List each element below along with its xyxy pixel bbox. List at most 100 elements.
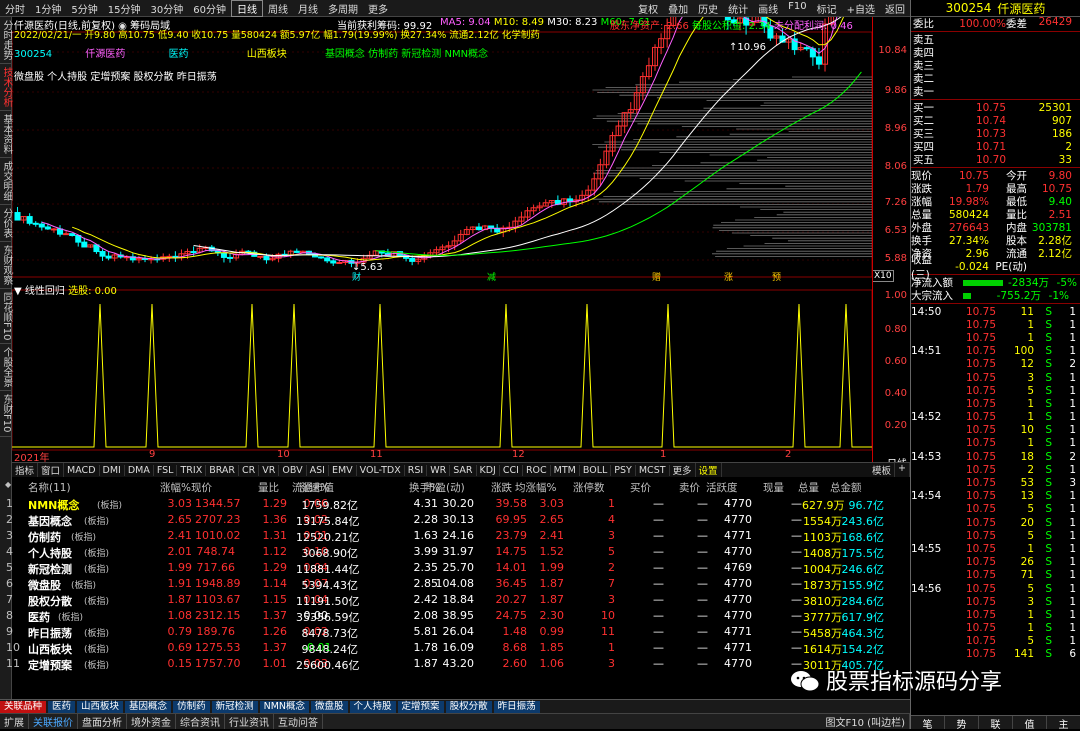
col-header[interactable]: 市盈(动) bbox=[425, 480, 465, 495]
left-tab-4[interactable]: 分价表 bbox=[0, 205, 12, 242]
ind-tab-23[interactable]: MCST bbox=[636, 464, 670, 476]
col-header[interactable]: 活跃度 bbox=[706, 480, 738, 495]
related-tab-10[interactable]: 股权分散 bbox=[445, 700, 492, 713]
related-tab-4[interactable]: 仿制药 bbox=[173, 700, 210, 713]
toolbar-btn-1[interactable]: 叠加 bbox=[663, 1, 693, 16]
related-tab-7[interactable]: 微盘股 bbox=[311, 700, 348, 713]
col-header[interactable]: 总金额 bbox=[830, 480, 862, 495]
period-5[interactable]: 60分钟 bbox=[188, 1, 231, 16]
ind-tab-22[interactable]: PSY bbox=[611, 464, 636, 476]
left-tab-3[interactable]: 成交明细 bbox=[0, 158, 12, 205]
event-marker[interactable]: 赠 bbox=[652, 271, 661, 283]
status-tab-6[interactable]: 互动问答 bbox=[274, 714, 323, 729]
ind-tab-0[interactable]: 指标 bbox=[12, 463, 39, 477]
ind-tab-21[interactable]: BOLL bbox=[580, 464, 612, 476]
related-tab-9[interactable]: 定增预案 bbox=[397, 700, 444, 713]
ind-tab-18[interactable]: CCI bbox=[500, 464, 523, 476]
toolbar-btn-8[interactable]: 返回 bbox=[880, 1, 910, 16]
period-2[interactable]: 5分钟 bbox=[66, 1, 102, 16]
related-tab-8[interactable]: 个人持股 bbox=[349, 700, 396, 713]
ind-tab-13[interactable]: VOL-TDX bbox=[357, 464, 405, 476]
col-header[interactable]: 涨幅% bbox=[160, 480, 191, 495]
ind-tab-14[interactable]: RSI bbox=[405, 464, 428, 476]
ind-tab-11[interactable]: ASI bbox=[307, 464, 329, 476]
ind-tab-10[interactable]: OBV bbox=[279, 464, 307, 476]
table-row[interactable]: 6 微盘股 (板指) 1.91 1948.89 1.14 0.07 5394.43亿 2.85 1… bbox=[0, 575, 910, 592]
ind-tab-12[interactable]: EMV bbox=[329, 464, 357, 476]
quote-tab-0[interactable]: 笔 bbox=[911, 716, 945, 731]
left-tab-7[interactable]: 个股全景 bbox=[0, 344, 12, 392]
related-tab-1[interactable]: 医药 bbox=[48, 700, 76, 713]
ind-tab-9[interactable]: VR bbox=[259, 464, 280, 476]
col-header[interactable]: 总量 bbox=[798, 480, 819, 495]
left-tab-6[interactable]: 同花顺F10 bbox=[0, 289, 12, 345]
ind-tab-19[interactable]: ROC bbox=[523, 464, 551, 476]
ind-tab-4[interactable]: DMA bbox=[125, 464, 154, 476]
ind-tab-6[interactable]: TRIX bbox=[177, 464, 207, 476]
ind-tab-7[interactable]: BRAR bbox=[206, 464, 240, 476]
col-header[interactable]: 现量 bbox=[763, 480, 784, 495]
toolbar-btn-2[interactable]: 历史 bbox=[693, 1, 723, 16]
left-tab-5[interactable]: 东财观察 bbox=[0, 242, 12, 289]
ind-tab-3[interactable]: DMI bbox=[100, 464, 125, 476]
table-row[interactable]: 1 NMN概念 (板指) 3.03 1344.57 1.29 0.06 1759.82亿 4.3… bbox=[0, 495, 910, 512]
table-row[interactable]: 11 定增预案 (板指) 0.15 1757.70 1.01 0.03 25600.46亿 1.… bbox=[0, 655, 910, 672]
event-marker[interactable]: 减 bbox=[487, 271, 496, 283]
period-4[interactable]: 30分钟 bbox=[145, 1, 188, 16]
toolbar-btn-5[interactable]: F10 bbox=[783, 1, 811, 16]
table-row[interactable]: 2 基因概念 (板指) 2.65 2707.23 1.36 0.02 13175.84亿 2.2… bbox=[0, 511, 910, 528]
toolbar-btn-4[interactable]: 画线 bbox=[753, 1, 783, 16]
template-btn-0[interactable]: 模板 bbox=[869, 463, 896, 477]
period-1[interactable]: 1分钟 bbox=[30, 1, 66, 16]
col-header[interactable]: 涨停数 bbox=[573, 480, 605, 495]
related-tab-2[interactable]: 山西板块 bbox=[77, 700, 124, 713]
period-8[interactable]: 月线 bbox=[293, 1, 323, 16]
ind-tab-8[interactable]: CR bbox=[239, 464, 260, 476]
template-btn-1[interactable]: + bbox=[895, 463, 910, 477]
ind-tab-20[interactable]: MTM bbox=[551, 464, 580, 476]
related-tab-0[interactable]: 关联品种 bbox=[0, 700, 47, 713]
quote-tab-3[interactable]: 值 bbox=[1013, 716, 1047, 731]
toolbar-btn-7[interactable]: +自选 bbox=[842, 1, 880, 16]
col-header[interactable]: 量比 bbox=[258, 480, 279, 495]
period-9[interactable]: 多周期 bbox=[323, 1, 363, 16]
col-header[interactable]: 名称(11) bbox=[28, 480, 71, 495]
quote-tab-4[interactable]: 主 bbox=[1047, 716, 1080, 731]
ind-tab-15[interactable]: WR bbox=[427, 464, 451, 476]
status-tab-1[interactable]: 关联报价 bbox=[29, 714, 78, 729]
status-tab-5[interactable]: 行业资讯 bbox=[225, 714, 274, 729]
col-header[interactable]: 涨跌 bbox=[491, 480, 512, 495]
ind-tab-17[interactable]: KDJ bbox=[477, 464, 500, 476]
col-header[interactable]: 现价 bbox=[191, 480, 212, 495]
status-tab-3[interactable]: 境外资金 bbox=[127, 714, 176, 729]
ind-tab-2[interactable]: MACD bbox=[64, 464, 100, 476]
table-row[interactable]: 8 医药 (板指) 1.08 2312.15 1.37 0.00 35356.59亿 2.08 3… bbox=[0, 607, 910, 624]
ind-tab-24[interactable]: 更多 bbox=[670, 463, 696, 477]
table-row[interactable]: 7 股权分散 (板指) 1.87 1103.67 1.15 0.04 11191.50亿 2.4… bbox=[0, 591, 910, 608]
toolbar-btn-0[interactable]: 复权 bbox=[633, 1, 663, 16]
related-tab-5[interactable]: 新冠检测 bbox=[211, 700, 258, 713]
period-6[interactable]: 日线 bbox=[230, 0, 263, 17]
left-tab-0[interactable]: 分时走势 bbox=[0, 17, 12, 64]
table-row[interactable]: 10 山西板块 (板指) 0.69 1275.53 1.37 -0.01 9848.24亿 1.… bbox=[0, 639, 910, 656]
left-tab-8[interactable]: 东财F10 bbox=[0, 391, 12, 437]
related-tab-11[interactable]: 昨日振荡 bbox=[493, 700, 540, 713]
toolbar-btn-6[interactable]: 标记 bbox=[812, 1, 842, 16]
quote-tab-2[interactable]: 联 bbox=[979, 716, 1013, 731]
status-tab-4[interactable]: 综合资讯 bbox=[176, 714, 225, 729]
col-header[interactable]: 均涨幅% bbox=[515, 480, 556, 495]
ind-tab-16[interactable]: SAR bbox=[450, 464, 477, 476]
related-tab-3[interactable]: 基因概念 bbox=[125, 700, 172, 713]
col-header[interactable]: 买价 bbox=[630, 480, 651, 495]
toolbar-btn-3[interactable]: 统计 bbox=[723, 1, 753, 16]
left-tab-1[interactable]: 技术分析 bbox=[0, 64, 12, 111]
ind-tab-1[interactable]: 窗口 bbox=[38, 463, 65, 477]
status-right[interactable]: 图文F10 (叫边栏) bbox=[822, 714, 910, 729]
period-0[interactable]: 分时 bbox=[0, 1, 30, 16]
table-row[interactable]: 4 个人持股 (板指) 2.01 748.74 1.12 0.10 3068.90亿 3.99 3… bbox=[0, 543, 910, 560]
ind-tab-25[interactable]: 设置 bbox=[696, 463, 722, 477]
event-marker[interactable]: 预 bbox=[772, 272, 781, 283]
left-tab-2[interactable]: 基本资料 bbox=[0, 111, 12, 158]
kline-chart-area[interactable]: 财减赠涨预 仟源医药(日线,前复权) ◉ 筹码局域 当前获利筹码: 99.92 … bbox=[11, 0, 894, 462]
table-row[interactable]: 5 新冠检测 (板指) 1.99 717.66 1.29 0.04 11881.44亿 2.35… bbox=[0, 559, 910, 576]
